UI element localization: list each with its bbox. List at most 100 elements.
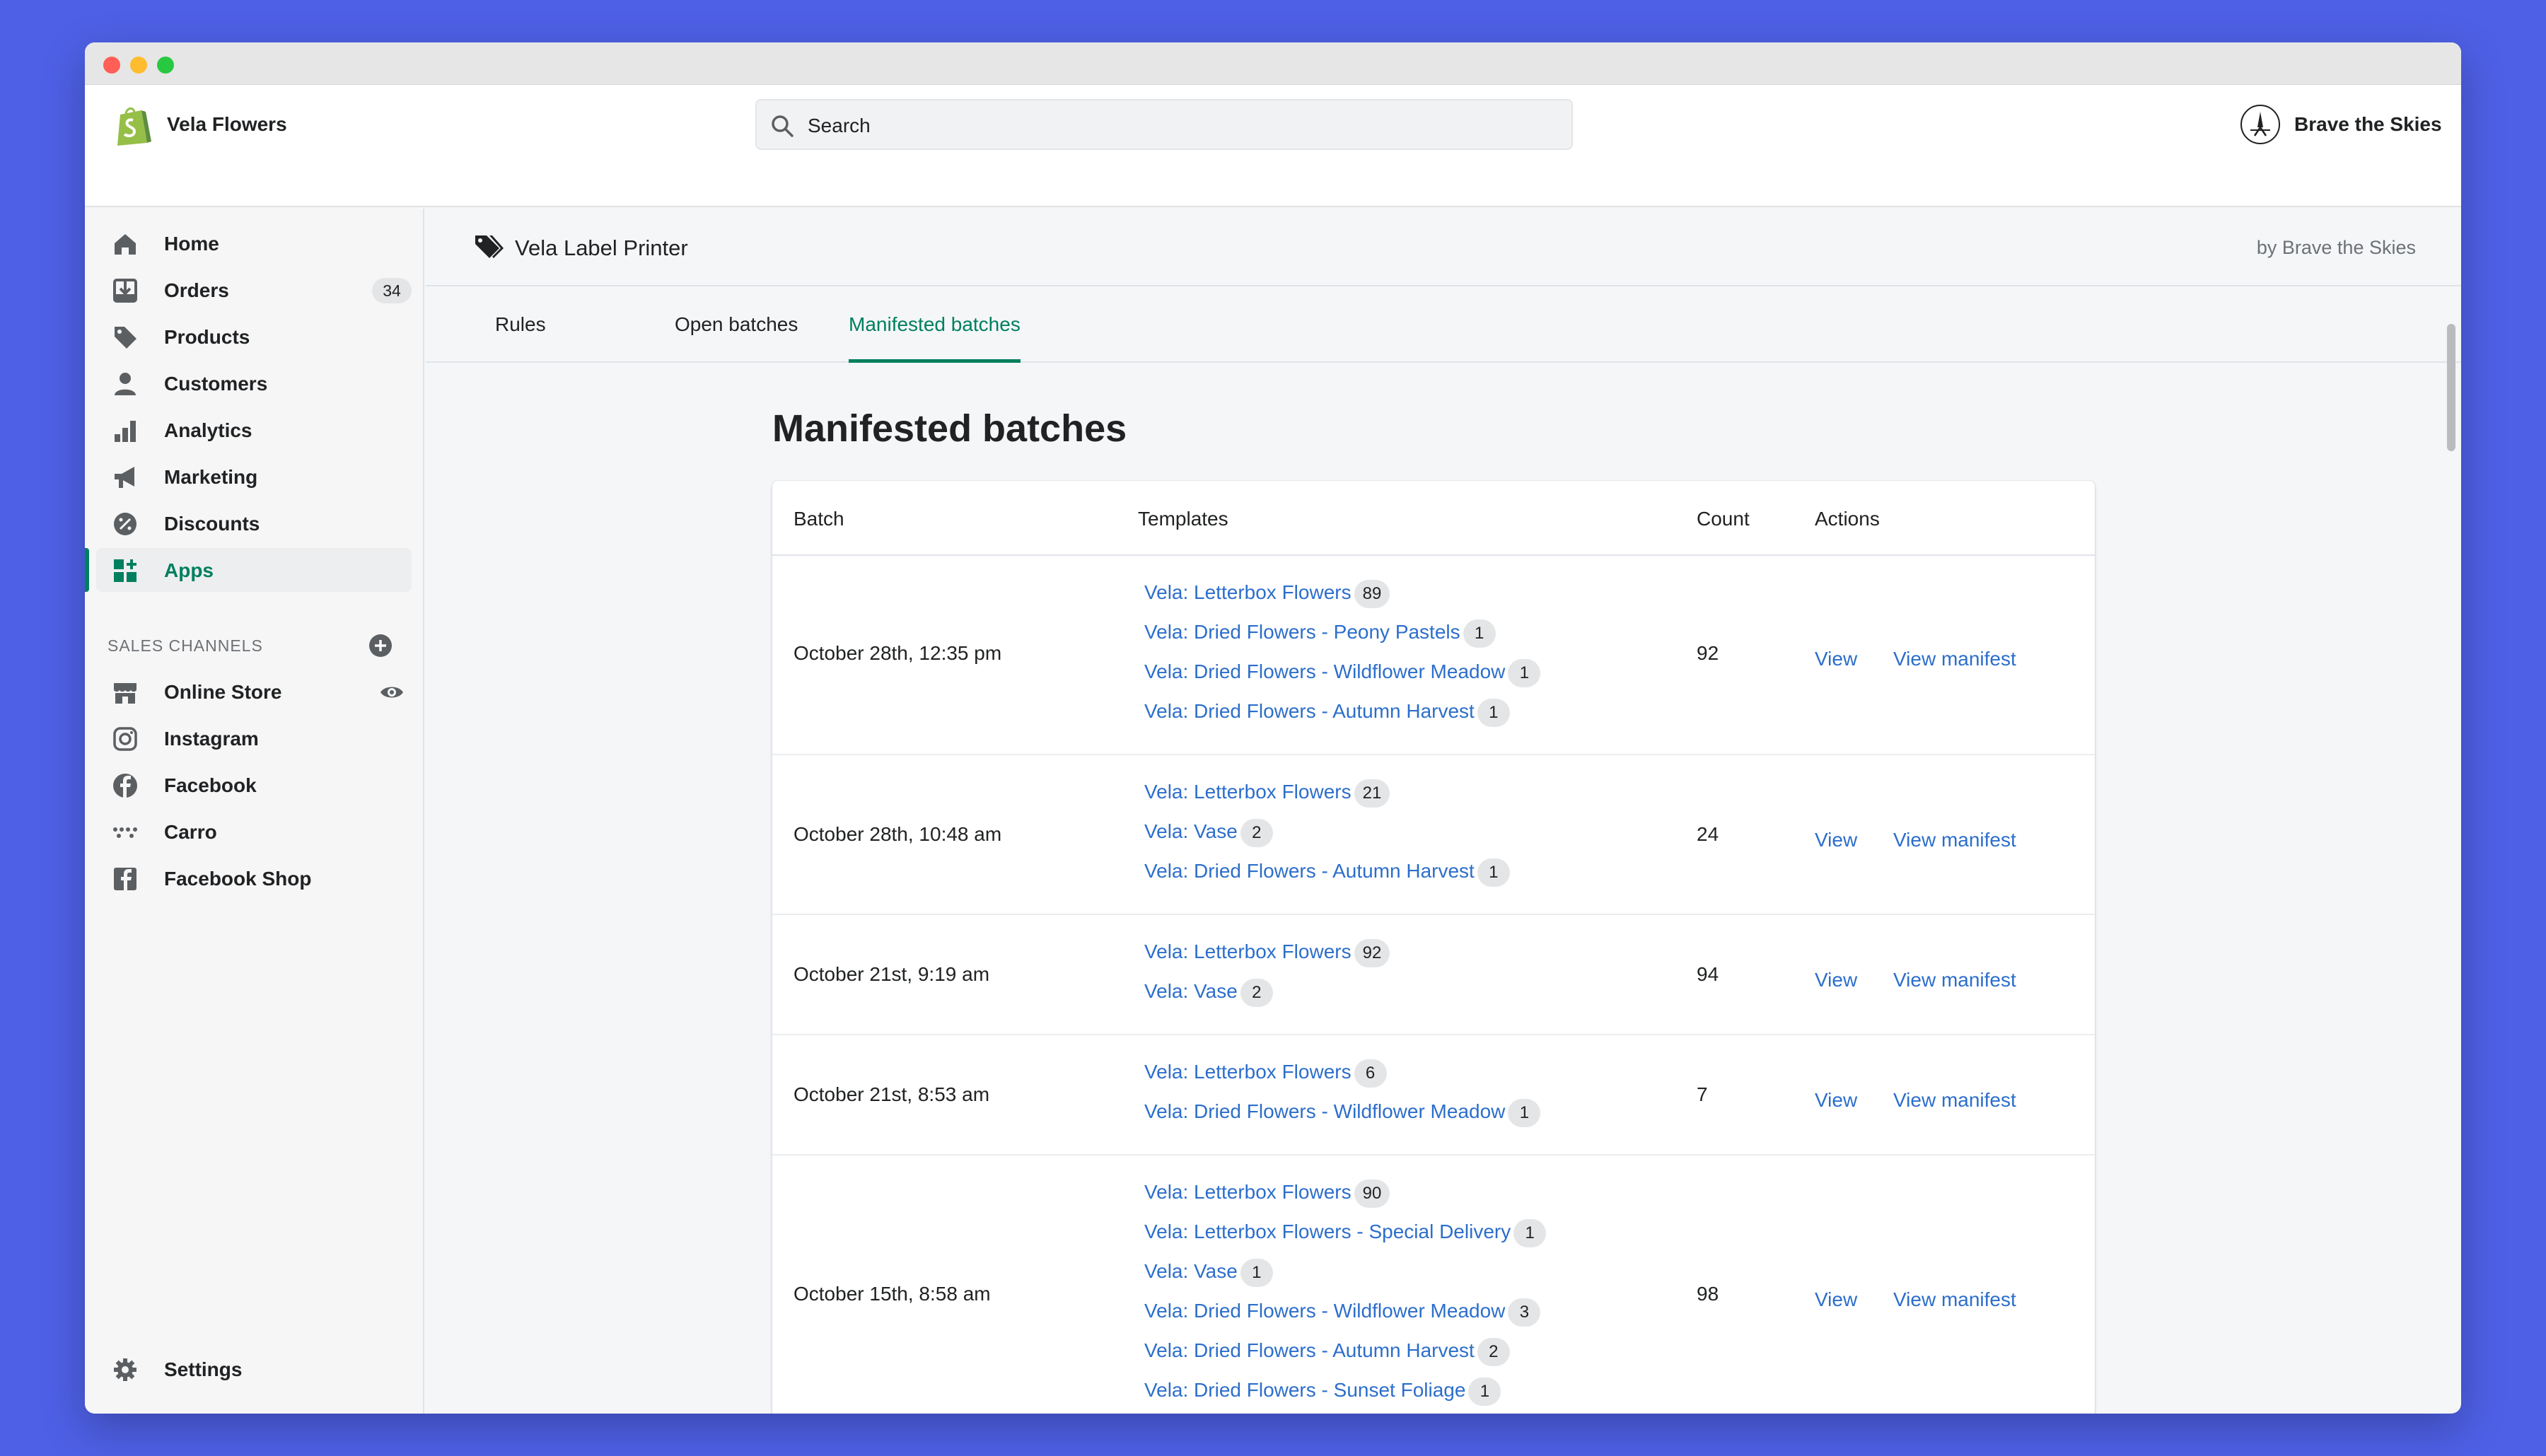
sidebar-item-label: Instagram <box>164 728 259 750</box>
template-link[interactable]: Vela: Dried Flowers - Sunset Foliage 1 <box>1144 1376 1501 1406</box>
batch-date: October 15th, 8:58 am <box>794 1283 991 1305</box>
sidebar-item-instagram[interactable]: Instagram <box>96 716 412 760</box>
template-link[interactable]: Vela: Letterbox Flowers 90 <box>1144 1178 1390 1208</box>
batch-date: October 21st, 9:19 am <box>794 963 990 985</box>
template-count-badge: 1 <box>1513 1219 1547 1247</box>
column-header-actions: Actions <box>1815 508 1880 530</box>
table-row: October 28th, 12:35 pm Vela: Letterbox F… <box>772 556 2095 755</box>
apps-icon <box>114 559 136 582</box>
template-link[interactable]: Vela: Vase 2 <box>1144 817 1273 847</box>
template-count-badge: 1 <box>1477 699 1510 727</box>
sidebar-item-label: Orders <box>164 279 229 301</box>
scrollbar-thumb[interactable] <box>2447 324 2455 451</box>
template-count-badge: 1 <box>1240 1259 1273 1287</box>
view-link[interactable]: View <box>1815 1288 1857 1311</box>
browser-window: Vela Flowers Search Brave the Skies Home… <box>85 42 2461 1414</box>
add-channel-plus-icon[interactable] <box>368 633 393 658</box>
sidebar-item-facebook[interactable]: Facebook <box>96 763 412 807</box>
sidebar-item-apps[interactable]: Apps <box>85 548 412 592</box>
view-manifest-link[interactable]: View manifest <box>1893 969 2016 991</box>
gear-icon <box>114 1358 136 1381</box>
sidebar-item-settings[interactable]: Settings <box>96 1347 412 1391</box>
template-link[interactable]: Vela: Dried Flowers - Wildflower Meadow 3 <box>1144 1297 1541 1327</box>
rocket-icon <box>2250 112 2270 136</box>
shopify-logo-icon[interactable] <box>115 105 153 147</box>
instagram-icon <box>113 727 137 751</box>
sidebar-item-label: Online Store <box>164 681 282 703</box>
template-link[interactable]: Vela: Letterbox Flowers - Special Delive… <box>1144 1218 1547 1247</box>
batch-count: 7 <box>1697 1083 1708 1105</box>
window-titlebar <box>85 42 2461 85</box>
store-icon <box>114 683 136 704</box>
close-window-button[interactable] <box>103 57 120 74</box>
user-name[interactable]: Brave the Skies <box>2294 113 2442 136</box>
template-link[interactable]: Vela: Dried Flowers - Autumn Harvest 1 <box>1144 857 1510 887</box>
sidebar-item-online-store[interactable]: Online Store <box>96 670 412 714</box>
sidebar-item-carro[interactable]: Carro <box>96 810 412 854</box>
top-bar: Vela Flowers Search Brave the Skies <box>85 85 2461 207</box>
app-developer: by Brave the Skies <box>2256 237 2416 258</box>
discount-icon <box>114 513 136 535</box>
template-link[interactable]: Vela: Letterbox Flowers 89 <box>1144 578 1390 608</box>
sidebar-item-analytics[interactable]: Analytics <box>96 408 412 452</box>
template-count-badge: 92 <box>1354 939 1390 967</box>
view-link[interactable]: View <box>1815 829 1857 851</box>
store-name[interactable]: Vela Flowers <box>167 113 287 136</box>
template-count-badge: 6 <box>1354 1059 1387 1088</box>
tag-icon <box>115 327 136 349</box>
tab-rules[interactable]: Rules <box>495 313 546 363</box>
template-count-badge: 1 <box>1477 858 1510 887</box>
view-manifest-link[interactable]: View manifest <box>1893 1288 2016 1311</box>
table-row: October 21st, 9:19 am Vela: Letterbox Fl… <box>772 915 2095 1035</box>
sales-channels-heading: SALES CHANNELS <box>107 636 263 655</box>
template-link[interactable]: Vela: Dried Flowers - Peony Pastels 1 <box>1144 618 1496 648</box>
scrollbar[interactable] <box>2446 324 2457 1413</box>
template-link[interactable]: Vela: Letterbox Flowers 21 <box>1144 778 1390 808</box>
template-link[interactable]: Vela: Letterbox Flowers 6 <box>1144 1058 1387 1088</box>
view-link[interactable]: View <box>1815 969 1857 991</box>
view-manifest-link[interactable]: View manifest <box>1893 648 2016 670</box>
tab-open-batches[interactable]: Open batches <box>675 313 798 363</box>
tags-icon <box>475 235 504 258</box>
sidebar-item-customers[interactable]: Customers <box>96 361 412 405</box>
app-tabs: Rules Open batches Manifested batches <box>426 288 2461 363</box>
search-bar[interactable]: Search <box>755 99 1573 150</box>
sidebar-item-label: Analytics <box>164 419 252 441</box>
person-icon <box>115 373 136 395</box>
view-link[interactable]: View <box>1815 648 1857 670</box>
sidebar-item-home[interactable]: Home <box>96 221 412 265</box>
table-row: October 15th, 8:58 am Vela: Letterbox Fl… <box>772 1155 2095 1414</box>
maximize-window-button[interactable] <box>157 57 174 74</box>
sidebar-item-marketing[interactable]: Marketing <box>96 455 412 499</box>
sidebar-item-facebook-shop[interactable]: Facebook Shop <box>96 856 412 900</box>
search-input[interactable]: Search <box>808 115 871 137</box>
avatar[interactable] <box>2240 105 2280 144</box>
template-link[interactable]: Vela: Dried Flowers - Wildflower Meadow 1 <box>1144 1097 1541 1127</box>
batch-count: 92 <box>1697 642 1719 664</box>
eye-icon[interactable] <box>379 680 405 705</box>
search-icon <box>772 115 794 137</box>
template-link[interactable]: Vela: Vase 2 <box>1144 977 1273 1007</box>
template-link[interactable]: Vela: Dried Flowers - Autumn Harvest 1 <box>1144 697 1510 727</box>
table-row: October 21st, 8:53 am Vela: Letterbox Fl… <box>772 1035 2095 1155</box>
main-content: Vela Label Printer by Brave the Skies Ru… <box>426 209 2461 1414</box>
template-link[interactable]: Vela: Letterbox Flowers 92 <box>1144 938 1390 967</box>
view-manifest-link[interactable]: View manifest <box>1893 829 2016 851</box>
sidebar-item-orders[interactable]: Orders 34 <box>96 268 412 312</box>
facebook-icon <box>113 774 137 798</box>
orders-count-badge: 34 <box>372 278 412 303</box>
template-link[interactable]: Vela: Vase 1 <box>1144 1257 1273 1287</box>
view-manifest-link[interactable]: View manifest <box>1893 1089 2016 1112</box>
batch-count: 98 <box>1697 1283 1719 1305</box>
sidebar-item-discounts[interactable]: Discounts <box>96 501 412 545</box>
tab-manifested-batches[interactable]: Manifested batches <box>849 313 1021 363</box>
template-link[interactable]: Vela: Dried Flowers - Wildflower Meadow 1 <box>1144 658 1541 687</box>
view-link[interactable]: View <box>1815 1089 1857 1112</box>
sidebar-item-label: Customers <box>164 373 268 395</box>
sidebar-item-products[interactable]: Products <box>96 315 412 359</box>
minimize-window-button[interactable] <box>130 57 147 74</box>
column-header-batch: Batch <box>794 508 844 530</box>
sidebar-item-label: Apps <box>164 559 214 581</box>
sidebar-item-label: Home <box>164 233 219 255</box>
template-link[interactable]: Vela: Dried Flowers - Autumn Harvest 2 <box>1144 1336 1510 1366</box>
